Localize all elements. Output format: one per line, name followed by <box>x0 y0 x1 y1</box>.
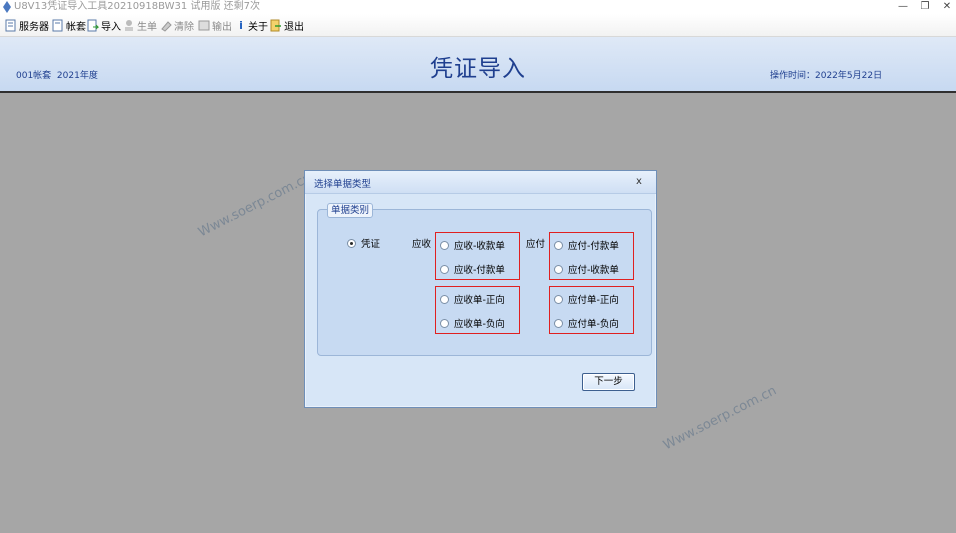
toolbar-about-label: 关于 <box>248 21 268 33</box>
radio-icon <box>554 318 563 328</box>
clear-icon <box>161 20 172 32</box>
watermark: Www.soerp.com.cn <box>196 170 315 241</box>
ap-bill-positive-label: 应付单-正向 <box>568 295 619 306</box>
ap-bill-negative-radio[interactable]: 应付单-负向 <box>554 316 619 330</box>
restore-button[interactable]: ❐ <box>915 0 935 14</box>
ap-receipt-label: 应付-收款单 <box>568 265 619 276</box>
radio-icon <box>440 240 449 250</box>
radio-icon <box>554 264 563 274</box>
header-band: 凭证导入 001帐套 2021年度 操作时间：2022年5月22日 <box>0 37 956 93</box>
toolbar-about-button[interactable]: i 关于 <box>236 17 268 33</box>
toolbar-clear-label: 清除 <box>174 21 194 33</box>
radio-icon <box>440 318 449 328</box>
ar-bill-positive-radio[interactable]: 应收单-正向 <box>440 292 505 306</box>
voucher-label: 凭证 <box>361 239 381 250</box>
select-document-type-dialog: 选择单据类型 x 单据类别 凭证 应收 应付 应收-收款单 应收-付款单 应付-… <box>304 170 657 408</box>
close-window-button[interactable]: ✕ <box>937 0 956 14</box>
next-step-button[interactable]: 下一步 <box>582 373 635 391</box>
toolbar-account-label: 帐套 <box>66 21 86 33</box>
toolbar-generate-label: 生单 <box>137 21 157 33</box>
operation-time: 操作时间：2022年5月22日 <box>770 71 883 81</box>
dialog-title-bar: 选择单据类型 x <box>305 171 656 194</box>
toolbar-server-button[interactable]: 服务器 <box>5 17 49 33</box>
toolbar: 服务器 帐套 导入 生单 清除 输出 i 关于 退出 <box>0 14 956 37</box>
toolbar-export-button[interactable]: 输出 <box>198 17 232 33</box>
radio-icon <box>554 240 563 250</box>
toolbar-import-button[interactable]: 导入 <box>87 17 121 33</box>
account-label: 001帐套 <box>16 71 52 81</box>
radio-checked-icon <box>347 238 356 248</box>
toolbar-account-button[interactable]: 帐套 <box>52 17 86 33</box>
toolbar-server-label: 服务器 <box>19 21 49 33</box>
minimize-button[interactable]: — <box>893 0 913 14</box>
receivable-label: 应收 <box>412 239 432 250</box>
account-info: 001帐套 2021年度 <box>16 68 98 81</box>
ar-payment-radio[interactable]: 应收-付款单 <box>440 262 505 276</box>
radio-icon <box>440 264 449 274</box>
ap-payment-label: 应付-付款单 <box>568 241 619 252</box>
watermark: Www.soerp.com.cn <box>661 383 780 454</box>
book-icon <box>52 19 63 31</box>
toolbar-import-label: 导入 <box>101 21 121 33</box>
ap-payment-radio[interactable]: 应付-付款单 <box>554 238 619 252</box>
title-bar: U8V13凭证导入工具20210918BW31 试用版 还剩7次 — ❐ ✕ <box>0 0 956 14</box>
export-icon <box>198 20 210 30</box>
toolbar-generate-button[interactable]: 生单 <box>123 17 157 33</box>
ar-receipt-radio[interactable]: 应收-收款单 <box>440 238 505 252</box>
window-title: U8V13凭证导入工具20210918BW31 试用版 还剩7次 <box>14 1 260 12</box>
import-icon <box>87 19 99 31</box>
ar-bill-negative-radio[interactable]: 应收单-负向 <box>440 316 505 330</box>
ar-bill-positive-label: 应收单-正向 <box>454 295 505 306</box>
exit-icon <box>270 19 281 31</box>
app-icon <box>3 1 11 13</box>
ap-bill-positive-radio[interactable]: 应付单-正向 <box>554 292 619 306</box>
radio-icon <box>554 294 563 304</box>
toolbar-export-label: 输出 <box>212 21 232 33</box>
ap-receipt-radio[interactable]: 应付-收款单 <box>554 262 619 276</box>
group-legend: 单据类别 <box>327 203 374 218</box>
dialog-close-button[interactable]: x <box>633 176 645 188</box>
ar-receipt-label: 应收-收款单 <box>454 241 505 252</box>
toolbar-exit-button[interactable]: 退出 <box>270 17 304 33</box>
info-icon: i <box>239 18 243 32</box>
year-label: 2021年度 <box>56 71 98 81</box>
dialog-title: 选择单据类型 <box>314 179 372 190</box>
ar-bill-negative-label: 应收单-负向 <box>454 319 505 330</box>
toolbar-clear-button[interactable]: 清除 <box>160 17 194 33</box>
server-icon <box>5 19 16 31</box>
payable-label: 应付 <box>526 239 546 250</box>
voucher-radio[interactable]: 凭证 <box>347 236 380 250</box>
document-category-group: 单据类别 凭证 应收 应付 应收-收款单 应收-付款单 应付-付款单 应付-收款… <box>317 203 652 356</box>
ap-bill-negative-label: 应付单-负向 <box>568 319 619 330</box>
toolbar-exit-label: 退出 <box>284 21 304 33</box>
radio-icon <box>440 294 449 304</box>
ar-payment-label: 应收-付款单 <box>454 265 505 276</box>
generate-icon <box>125 19 133 31</box>
